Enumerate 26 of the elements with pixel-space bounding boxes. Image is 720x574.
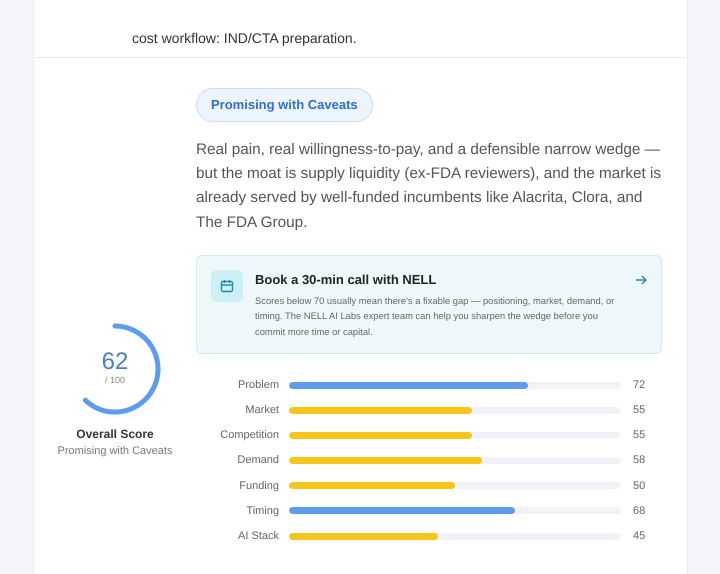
score-max: / 100 (104, 374, 126, 388)
metric-value: 50 (633, 478, 646, 494)
booking-callout[interactable] (196, 255, 662, 354)
metric-value: 72 (633, 378, 646, 393)
metric-label: Market (244, 402, 280, 418)
metric-label: Demand (236, 453, 280, 468)
metric-label: Problem (237, 378, 280, 393)
score-label: Overall Score (76, 426, 154, 443)
verdict-badge: Promising with Caveats (196, 88, 373, 122)
callout-text: Scores below 70 usually mean there's a fixable gap — positioning, market, demand, or timing. The NELL AI Labs expert team can help you sharpen the wedge before you commit more time or capital. (255, 294, 616, 339)
metric-label: Timing (245, 504, 280, 519)
metric-label: Funding (238, 478, 280, 494)
callout-title: Book a 30-min call with NELL (255, 271, 438, 290)
metric-value: 45 (633, 528, 646, 544)
arrow-right-icon (635, 274, 647, 286)
metric-value: 55 (633, 428, 646, 444)
score-value: 62 (102, 350, 128, 374)
metric-value: 58 (633, 453, 646, 468)
metric-value: 68 (633, 504, 646, 519)
metric-label: AI Stack (237, 528, 280, 544)
metric-label: Competition (219, 428, 280, 444)
summary-text: cost workflow: IND/CTA preparation. (132, 29, 358, 48)
calendar-icon (211, 270, 243, 302)
metric-value: 55 (633, 402, 646, 418)
score-sublabel: Promising with Caveats (58, 444, 172, 459)
verdict-text: Real pain, real willingness-to-pay, and a defensible narrow wedge — but the moat is supply liquidity (ex-FDA reviewers), and the market is already served by well-funded incumbents like Alacrita, Clora, and The FDA Group. (196, 140, 662, 233)
